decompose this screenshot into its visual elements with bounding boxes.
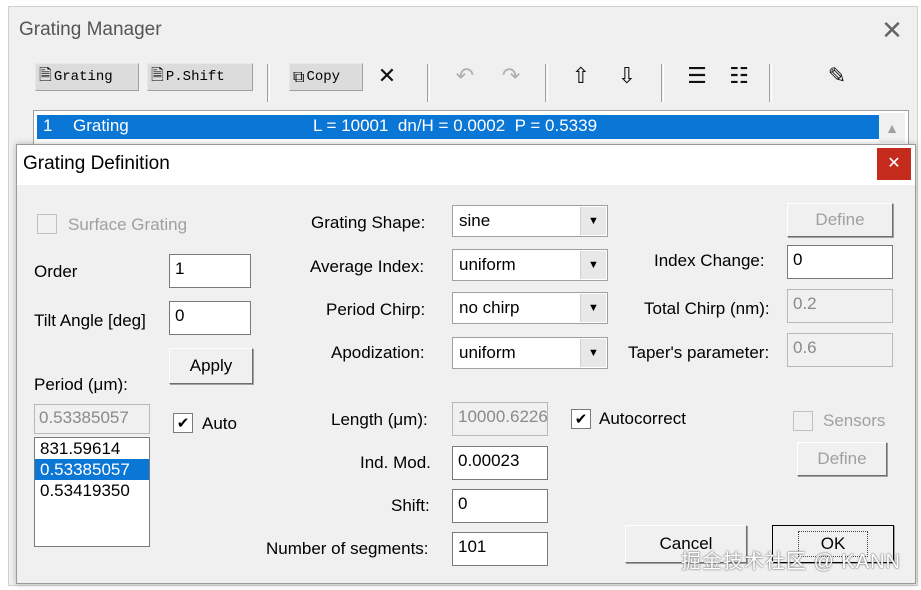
tilt-angle-label: Tilt Angle [deg] <box>34 311 146 330</box>
define-shape-button[interactable]: Define <box>787 203 893 237</box>
check-list-icon[interactable]: ☰ <box>683 63 711 91</box>
grating-shape-value: sine <box>459 211 491 230</box>
list-item-index: 1 <box>43 116 53 135</box>
dropdown-arrow-icon: ▼ <box>580 251 606 279</box>
grating-list-item-selected[interactable]: 1 Grating L = 10001 dn/H = 0.0002 P = 0.… <box>37 115 879 139</box>
document-icon: 🗎 <box>151 64 164 84</box>
ind-mod-label: Ind. Mod. <box>360 453 431 472</box>
order-label: Order <box>34 262 78 281</box>
total-chirp-label: Total Chirp (nm): <box>644 299 770 318</box>
taper-parameter-input[interactable]: 0.6 <box>787 333 893 367</box>
period-list[interactable]: 831.59614 0.53385057 0.53419350 <box>34 437 150 547</box>
edit-pencil-icon[interactable]: ✎ <box>823 63 851 91</box>
apodization-label: Apodization: <box>331 343 425 362</box>
index-change-label: Index Change: <box>654 251 765 270</box>
toolbar-separator <box>267 64 270 102</box>
dropdown-arrow-icon: ▼ <box>580 207 606 235</box>
ind-mod-input[interactable]: 0.00023 <box>452 446 548 480</box>
period-chirp-value: no chirp <box>459 298 520 317</box>
manager-title: Grating Manager <box>19 19 162 40</box>
scroll-up-icon[interactable]: ▲ <box>879 113 905 143</box>
period-list-item-selected[interactable]: 0.53385057 <box>35 459 149 480</box>
toolbar-separator <box>661 64 664 102</box>
move-down-icon[interactable]: ⇩ <box>613 63 641 91</box>
taper-parameter-label: Taper's parameter: <box>628 343 770 362</box>
sensors-checkbox[interactable] <box>793 411 813 431</box>
period-list-item[interactable]: 831.59614 <box>35 438 149 459</box>
average-index-select[interactable]: uniform ▼ <box>452 249 608 281</box>
watermark-text: 掘金技术社区 @ KANN <box>681 551 901 573</box>
shift-label: Shift: <box>391 496 430 515</box>
segments-input[interactable]: 101 <box>452 532 548 566</box>
move-up-icon[interactable]: ⇧ <box>567 63 595 91</box>
list-item-details: L = 10001 dn/H = 0.0002 P = 0.5339 <box>313 116 598 135</box>
average-index-value: uniform <box>459 255 516 274</box>
tilt-angle-input[interactable]: 0 <box>169 301 251 335</box>
period-label: Period (μm): <box>34 375 128 394</box>
document-icon: 🗎 <box>39 64 52 84</box>
list-item-name: Grating <box>73 116 129 135</box>
add-phase-shift-label: P.Shift <box>165 69 225 85</box>
toolbar-separator <box>545 64 548 102</box>
copy-label: Copy <box>306 69 341 85</box>
surface-grating-label: Surface Grating <box>68 215 188 234</box>
dialog-titlebar: Grating Definition ✕ <box>17 145 915 185</box>
grating-shape-label: Grating Shape: <box>311 213 426 232</box>
sensors-label: Sensors <box>823 411 886 430</box>
dialog-title: Grating Definition <box>23 153 170 174</box>
period-chirp-select[interactable]: no chirp ▼ <box>452 292 608 324</box>
undo-icon[interactable]: ↶ <box>451 63 479 91</box>
average-index-label: Average Index: <box>310 257 425 276</box>
add-grating-label: Grating <box>53 69 113 85</box>
autocorrect-checkbox[interactable]: ✔ <box>571 409 591 429</box>
copy-icon: ⧉ <box>293 67 305 86</box>
auto-label: Auto <box>202 414 237 433</box>
add-grating-button[interactable]: 🗎 Grating <box>35 63 139 91</box>
period-chirp-label: Period Chirp: <box>326 300 426 319</box>
toolbar-separator <box>769 64 772 102</box>
dialog-close-icon[interactable]: ✕ <box>877 148 911 180</box>
shift-input[interactable]: 0 <box>452 489 548 523</box>
length-label: Length (μm): <box>331 410 428 429</box>
segments-label: Number of segments: <box>266 539 429 558</box>
indent-list-icon[interactable]: ☷ <box>725 63 753 91</box>
surface-grating-checkbox[interactable] <box>37 214 57 234</box>
auto-checkbox[interactable]: ✔ <box>173 413 193 433</box>
define-sensors-button[interactable]: Define <box>797 442 887 476</box>
length-input[interactable]: 10000.6226 <box>452 402 548 436</box>
autocorrect-label: Autocorrect <box>599 409 686 428</box>
grating-shape-select[interactable]: sine ▼ <box>452 205 608 237</box>
dropdown-arrow-icon: ▼ <box>580 294 606 322</box>
apply-button[interactable]: Apply <box>169 348 253 384</box>
copy-button[interactable]: ⧉ Copy <box>289 63 363 91</box>
apodization-value: uniform <box>459 343 516 362</box>
redo-icon[interactable]: ↷ <box>497 63 525 91</box>
toolbar-separator <box>427 64 430 102</box>
total-chirp-input[interactable]: 0.2 <box>787 289 893 323</box>
manager-close-icon[interactable]: ✕ <box>877 15 907 45</box>
delete-icon[interactable]: ✕ <box>373 63 401 91</box>
add-phase-shift-button[interactable]: 🗎 P.Shift <box>147 63 253 91</box>
order-input[interactable]: 1 <box>169 254 251 288</box>
period-input[interactable]: 0.53385057 <box>34 404 150 434</box>
dropdown-arrow-icon: ▼ <box>580 339 606 367</box>
apodization-select[interactable]: uniform ▼ <box>452 337 608 369</box>
grating-definition-dialog: Grating Definition ✕ Surface Grating Ord… <box>16 144 916 584</box>
index-change-input[interactable]: 0 <box>787 245 893 279</box>
period-list-item[interactable]: 0.53419350 <box>35 480 149 501</box>
